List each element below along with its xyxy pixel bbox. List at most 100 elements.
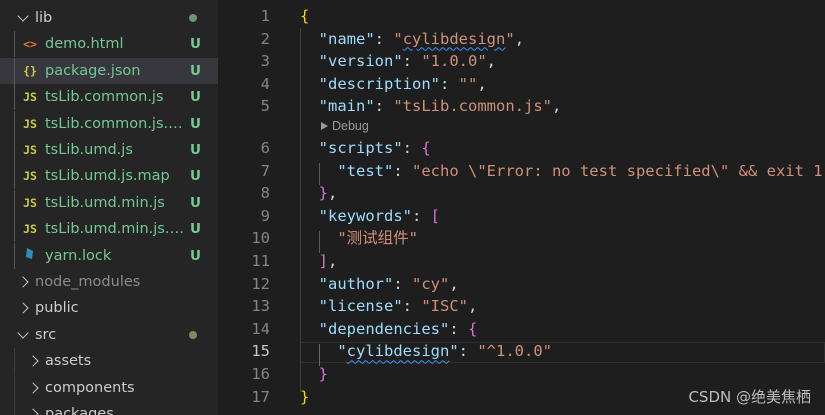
line-number: 2 — [260, 29, 270, 48]
folder-assets[interactable]: assets — [0, 348, 218, 375]
code-line[interactable]: "version": "1.0.0", — [300, 50, 496, 73]
git-untracked-badge: U — [190, 168, 201, 185]
code-token: , — [328, 184, 338, 203]
code-token: "ISC" — [421, 297, 469, 316]
code-token: "main" — [318, 97, 375, 116]
git-status-dot — [189, 330, 197, 339]
line-number: 12 — [251, 274, 270, 293]
code-line[interactable]: "cylibdesign": "^1.0.0" — [300, 340, 552, 363]
code-token: : — [402, 52, 422, 71]
code-token: "cy" — [412, 274, 450, 293]
code-line[interactable]: } — [300, 363, 328, 386]
code-line[interactable]: "scripts": { — [300, 137, 431, 160]
file-tslib-umd-min-js-m[interactable]: JS tsLib.umd.min.js.m... U — [0, 216, 218, 243]
code-line[interactable]: "description": "", — [300, 73, 487, 96]
file-name-label: components — [45, 379, 135, 396]
code-line[interactable]: "author": "cy", — [300, 273, 459, 296]
javascript-file-icon: JS — [23, 116, 37, 131]
tree-indent-guide — [14, 57, 15, 84]
debug-codelens[interactable]: Debug — [321, 119, 369, 133]
code-token: "" — [458, 74, 478, 93]
line-number: 8 — [260, 184, 270, 203]
file-demo-html[interactable]: <> demo.html U — [0, 31, 218, 58]
git-untracked-badge: U — [190, 247, 201, 264]
code-token: , — [514, 29, 525, 48]
code-token: "description" — [318, 74, 440, 93]
code-token: "keywords" — [318, 206, 412, 225]
file-tslib-umd-js-map[interactable]: JS tsLib.umd.js.map U — [0, 163, 218, 190]
code-line[interactable]: "test": "echo \"Error: no test specified… — [300, 160, 825, 183]
chevron-right-icon — [27, 355, 39, 367]
code-token: : — [393, 274, 412, 293]
file-tslib-common-js[interactable]: JS tsLib.common.js U — [0, 84, 218, 111]
file-name-label: tsLib.umd.min.js.m... — [45, 221, 185, 238]
code-line[interactable]: "name": "cylibdesign", — [300, 28, 524, 51]
file-yarn-lock[interactable]: yarn.lock U — [0, 242, 218, 269]
code-line[interactable]: "dependencies": { — [300, 318, 478, 341]
code-token: : — [449, 319, 468, 338]
code-token: "测试组件" — [337, 229, 418, 248]
file-tslib-common-js-m[interactable]: JS tsLib.common.js.m... U — [0, 110, 218, 137]
git-status-dot — [189, 14, 197, 22]
code-token: " — [337, 342, 347, 361]
code-line[interactable]: ], — [300, 250, 338, 273]
git-untracked-badge: U — [190, 142, 201, 158]
code-line[interactable]: "main": "tsLib.common.js", — [300, 95, 562, 118]
file-name-label: tsLib.common.js — [45, 89, 164, 106]
javascript-file-icon: JS — [23, 90, 37, 105]
git-untracked-badge: U — [190, 89, 201, 106]
tree-indent-guide — [14, 216, 15, 243]
file-name-label: tsLib.umd.js — [45, 142, 133, 158]
folder-packages[interactable]: packages — [0, 401, 218, 415]
file-name-label: tsLib.umd.js.map — [45, 168, 170, 185]
file-package-json[interactable]: {} package.json U — [0, 57, 218, 84]
code-line[interactable]: }, — [300, 182, 338, 205]
code-token: { — [300, 7, 310, 25]
git-untracked-badge: U — [190, 115, 201, 132]
code-line[interactable]: "license": "ISC", — [300, 295, 478, 318]
line-number: 7 — [260, 161, 270, 180]
watermark: CSDN @绝美焦栖 — [688, 388, 811, 406]
folder-components[interactable]: components — [0, 374, 218, 401]
code-token: { — [421, 139, 431, 157]
code-token: : — [374, 29, 394, 48]
file-tslib-umd-js[interactable]: JS tsLib.umd.js U — [0, 137, 218, 163]
json-file-icon: {} — [23, 63, 37, 78]
code-editor[interactable]: Debug 1{2 "name": "cylibdesign", 3 "versi… — [218, 0, 825, 415]
chevron-right-icon — [17, 276, 29, 288]
folder-src[interactable]: src — [0, 322, 218, 348]
yarn-file-icon — [20, 247, 40, 264]
explorer-sidebar: lib <> demo.html U {} package.json U JS tsLib.co… — [0, 0, 218, 415]
code-line[interactable]: } — [300, 386, 309, 409]
folder-public[interactable]: public — [0, 295, 218, 321]
code-token: : — [412, 206, 431, 225]
file-name-label: src — [35, 326, 57, 343]
tree-indent-guide — [14, 374, 15, 401]
code-line[interactable]: "keywords": [ — [300, 205, 440, 228]
code-line[interactable]: { — [300, 5, 309, 28]
file-tslib-umd-min-js[interactable]: JS tsLib.umd.min.js U — [0, 189, 218, 216]
git-untracked-badge: U — [190, 194, 201, 211]
line-number: 5 — [260, 97, 270, 116]
file-name-label: lib — [35, 10, 53, 26]
folder-node-modules[interactable]: node_modules — [0, 269, 218, 295]
line-number: 15 — [251, 342, 270, 361]
codelens-label: Debug — [332, 119, 369, 133]
folder-lib[interactable]: lib — [0, 5, 218, 31]
line-number: 6 — [260, 139, 270, 157]
git-untracked-badge: U — [190, 221, 201, 238]
code-token: cylibdesign — [402, 29, 506, 48]
code-line[interactable]: "测试组件" — [300, 227, 418, 250]
tree-indent-guide — [14, 401, 15, 415]
javascript-file-icon: JS — [23, 143, 37, 157]
code-token: : — [402, 297, 422, 316]
